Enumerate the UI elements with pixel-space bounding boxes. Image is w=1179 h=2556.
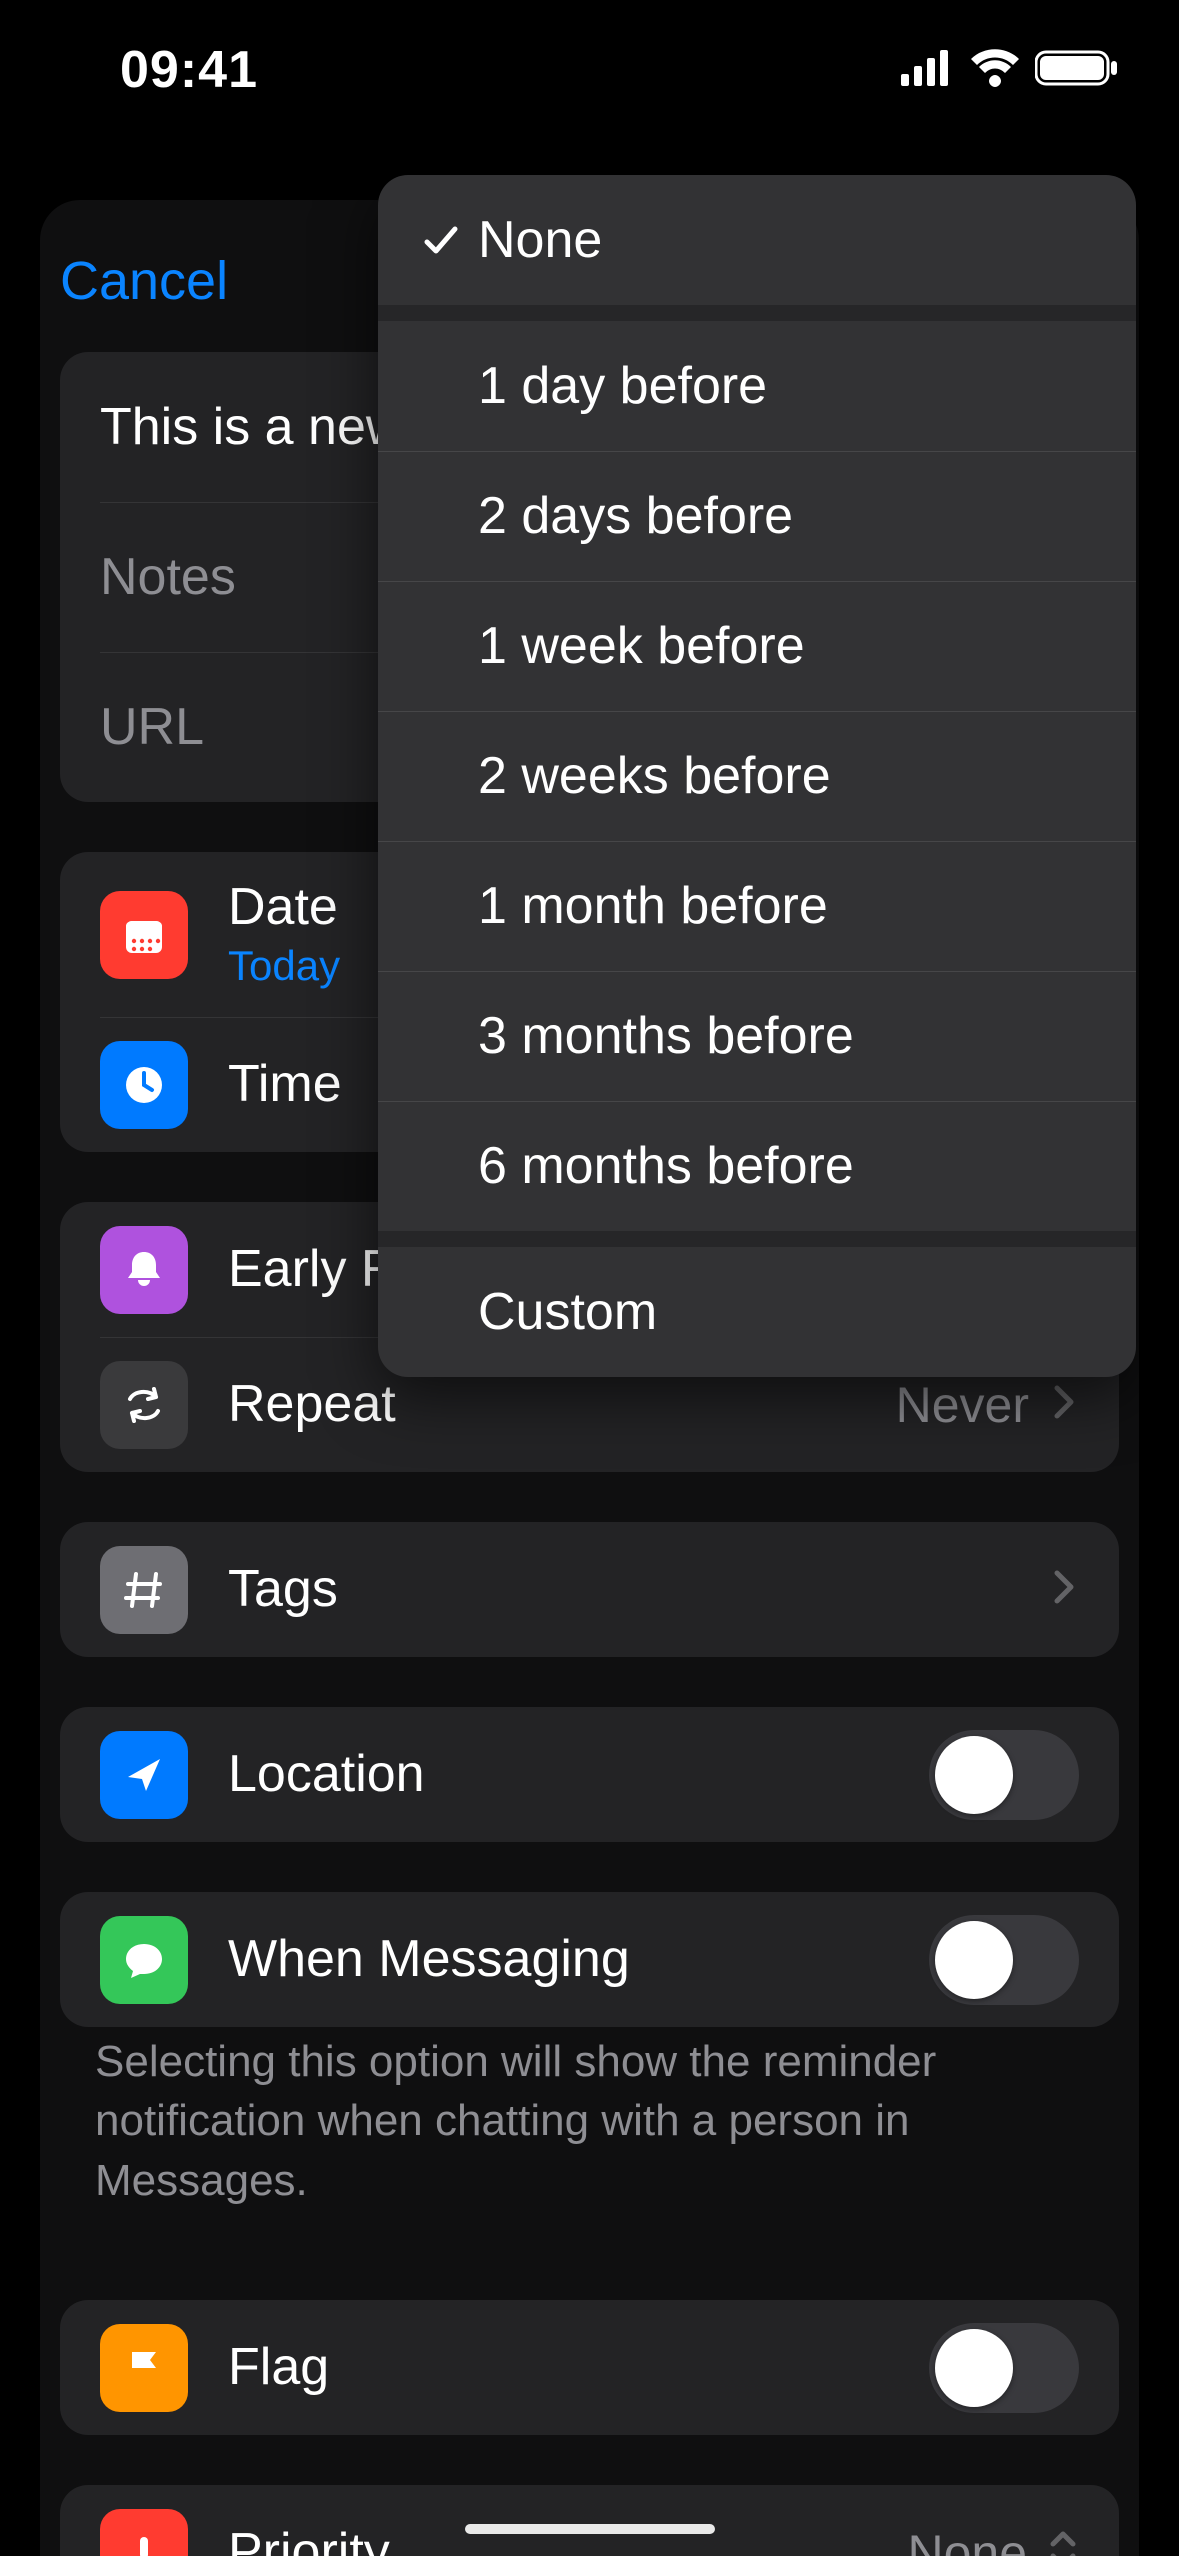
location-label: Location (228, 1746, 929, 1803)
location-group: Location (60, 1707, 1119, 1842)
cellular-icon (901, 50, 955, 91)
location-arrow-icon (100, 1731, 188, 1819)
home-indicator[interactable] (465, 2524, 715, 2534)
menu-option-label: 2 days before (478, 486, 793, 546)
bell-icon (100, 1226, 188, 1314)
priority-row[interactable]: Priority None (60, 2485, 1119, 2556)
battery-icon (1035, 49, 1119, 92)
priority-group: Priority None (60, 2485, 1119, 2556)
messaging-group: When Messaging (60, 1892, 1119, 2027)
date-value: Today (228, 942, 340, 990)
menu-option-label: Custom (478, 1282, 657, 1342)
status-time: 09:41 (120, 40, 258, 100)
calendar-icon (100, 891, 188, 979)
menu-option-label: 1 month before (478, 876, 828, 936)
date-label: Date (228, 879, 340, 936)
flag-toggle[interactable] (929, 2323, 1079, 2413)
menu-option-none[interactable]: None (378, 175, 1136, 305)
menu-option-2-days[interactable]: 2 days before (378, 451, 1136, 581)
chevron-right-icon (1049, 1563, 1079, 1616)
menu-option-2-weeks[interactable]: 2 weeks before (378, 711, 1136, 841)
menu-option-custom[interactable]: Custom (378, 1247, 1136, 1377)
menu-option-3-months[interactable]: 3 months before (378, 971, 1136, 1101)
location-toggle[interactable] (929, 1730, 1079, 1820)
status-bar: 09:41 (0, 0, 1179, 140)
messaging-toggle[interactable] (929, 1915, 1079, 2005)
messaging-label: When Messaging (228, 1931, 929, 1988)
menu-option-6-months[interactable]: 6 months before (378, 1101, 1136, 1231)
status-indicators (901, 49, 1119, 92)
menu-option-label: 6 months before (478, 1136, 854, 1196)
menu-option-1-day[interactable]: 1 day before (378, 321, 1136, 451)
location-row[interactable]: Location (60, 1707, 1119, 1842)
repeat-value: Never (896, 1376, 1029, 1434)
menu-option-label: 2 weeks before (478, 746, 831, 806)
menu-option-label: 3 months before (478, 1006, 854, 1066)
flag-label: Flag (228, 2339, 929, 2396)
repeat-icon (100, 1361, 188, 1449)
exclamation-icon (100, 2509, 188, 2556)
priority-value: None (907, 2524, 1027, 2556)
menu-option-label: 1 week before (478, 616, 805, 676)
tags-label: Tags (228, 1561, 1049, 1618)
clock-icon (100, 1041, 188, 1129)
checkmark-icon (412, 220, 470, 260)
message-bubble-icon (100, 1916, 188, 2004)
menu-divider (378, 1231, 1136, 1247)
menu-divider (378, 305, 1136, 321)
tags-group: Tags (60, 1522, 1119, 1657)
flag-row[interactable]: Flag (60, 2300, 1119, 2435)
menu-option-label: 1 day before (478, 356, 767, 416)
early-reminder-menu: None 1 day before 2 days before 1 week b… (378, 175, 1136, 1377)
flag-icon (100, 2324, 188, 2412)
messaging-footer-note: Selecting this option will show the remi… (40, 2032, 1139, 2260)
flag-group: Flag (60, 2300, 1119, 2435)
tags-row[interactable]: Tags (60, 1522, 1119, 1657)
menu-option-1-month[interactable]: 1 month before (378, 841, 1136, 971)
chevron-right-icon (1049, 1378, 1079, 1431)
messaging-row[interactable]: When Messaging (60, 1892, 1119, 2027)
hash-icon (100, 1546, 188, 1634)
menu-option-1-week[interactable]: 1 week before (378, 581, 1136, 711)
chevron-updown-icon (1047, 2526, 1079, 2556)
menu-option-label: None (478, 210, 602, 270)
wifi-icon (969, 49, 1021, 92)
repeat-label: Repeat (228, 1376, 896, 1433)
cancel-button[interactable]: Cancel (60, 250, 228, 312)
